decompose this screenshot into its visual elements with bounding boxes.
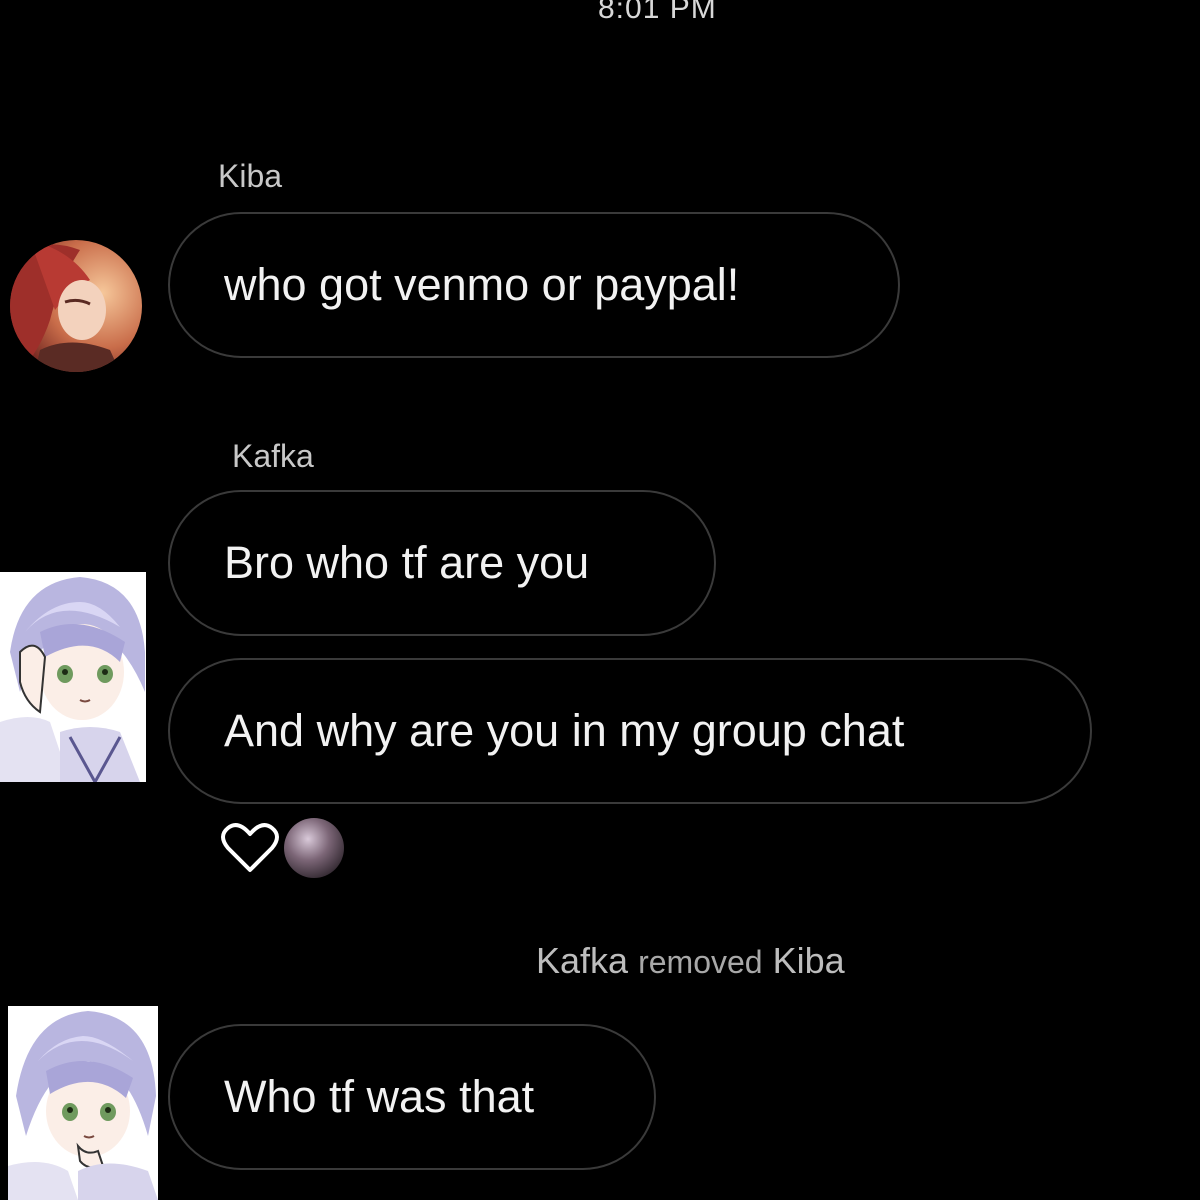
- system-event-target[interactable]: Kiba: [773, 940, 845, 981]
- kafka-avatar-final[interactable]: [8, 1006, 158, 1200]
- message-bubble-kafka-3[interactable]: Who tf was that: [168, 1024, 656, 1170]
- message-bubble-kafka-1[interactable]: Bro who tf are you: [168, 490, 716, 636]
- message-text: Bro who tf are you: [224, 537, 590, 588]
- reactor-avatar: [284, 818, 344, 878]
- sender-name-kiba: Kiba: [218, 158, 283, 194]
- heart-outline-icon: [221, 823, 279, 872]
- lavender-haired-character-avatar-icon: [0, 572, 146, 782]
- timestamp: 8:01 PM: [598, 0, 717, 25]
- message-bubble-kafka-2[interactable]: And why are you in my group chat: [168, 658, 1092, 804]
- system-event-removed: Kafka removed Kiba: [536, 940, 845, 982]
- lavender-haired-character-avatar-icon: [8, 1006, 158, 1200]
- kiba-avatar[interactable]: [10, 240, 142, 372]
- system-event-actor[interactable]: Kafka: [536, 940, 628, 981]
- sender-name-kafka: Kafka: [232, 438, 314, 474]
- red-haired-character-avatar-icon: [10, 240, 142, 372]
- message-text: Who tf was that: [224, 1071, 535, 1122]
- message-text: who got venmo or paypal!: [224, 259, 740, 310]
- message-text: And why are you in my group chat: [224, 705, 905, 756]
- system-event-verb: removed: [638, 944, 763, 980]
- message-reaction[interactable]: [220, 818, 344, 878]
- message-bubble-kiba[interactable]: who got venmo or paypal!: [168, 212, 900, 358]
- kafka-avatar[interactable]: [0, 572, 146, 782]
